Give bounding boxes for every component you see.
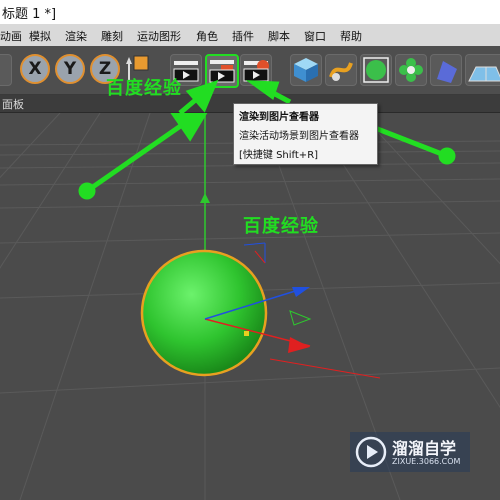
watermark-text-top: 百度经验 xyxy=(106,78,182,99)
watermark-text-center: 百度经验 xyxy=(243,216,319,237)
site-logo: 溜溜自学 ZIXUE.3066.COM xyxy=(350,432,470,472)
logo-url: ZIXUE.3066.COM xyxy=(392,457,461,466)
play-logo-icon xyxy=(355,436,387,468)
annotation-overlay xyxy=(178,79,292,115)
logo-text: 溜溜自学 xyxy=(392,439,457,458)
tooltip-title: 渲染到图片查看器 xyxy=(239,112,319,123)
tooltip-shortcut: [快捷键 Shift+R] xyxy=(239,150,319,161)
render-tooltip: 渲染到图片查看器 渲染活动场景到图片查看器 [快捷键 Shift+R] xyxy=(233,103,378,165)
tooltip-description: 渲染活动场景到图片查看器 xyxy=(239,131,359,142)
